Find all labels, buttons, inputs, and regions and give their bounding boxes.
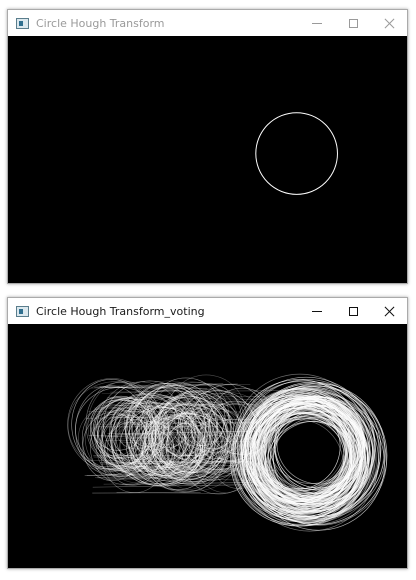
- title-bar[interactable]: Circle Hough Transform: [8, 10, 407, 36]
- window-title: Circle Hough Transform: [36, 16, 165, 30]
- close-button[interactable]: [371, 298, 407, 324]
- minimize-button[interactable]: [299, 298, 335, 324]
- window-controls: [299, 298, 407, 324]
- maximize-icon: [348, 306, 358, 316]
- minimize-icon: [312, 310, 322, 312]
- maximize-button[interactable]: [335, 10, 371, 36]
- maximize-button[interactable]: [335, 298, 371, 324]
- window-title: Circle Hough Transform_voting: [36, 304, 205, 318]
- close-icon: [384, 18, 395, 29]
- minimize-button[interactable]: [299, 10, 335, 36]
- window-controls: [299, 10, 407, 36]
- voting-canvas: [8, 324, 407, 568]
- minimize-icon: [312, 22, 322, 24]
- title-bar[interactable]: Circle Hough Transform_voting: [8, 298, 407, 324]
- app-icon: [16, 305, 29, 317]
- input-circle-image: [255, 112, 338, 195]
- circle-hough-voting-window: Circle Hough Transform_voting: [7, 297, 408, 569]
- app-icon: [16, 17, 29, 29]
- maximize-icon: [348, 18, 358, 28]
- close-icon: [384, 306, 395, 317]
- voting-accumulator-image: [67, 373, 388, 532]
- close-button[interactable]: [371, 10, 407, 36]
- circle-hough-window: Circle Hough Transform: [7, 9, 408, 284]
- detected-circle: [255, 112, 338, 195]
- image-canvas: [8, 36, 407, 283]
